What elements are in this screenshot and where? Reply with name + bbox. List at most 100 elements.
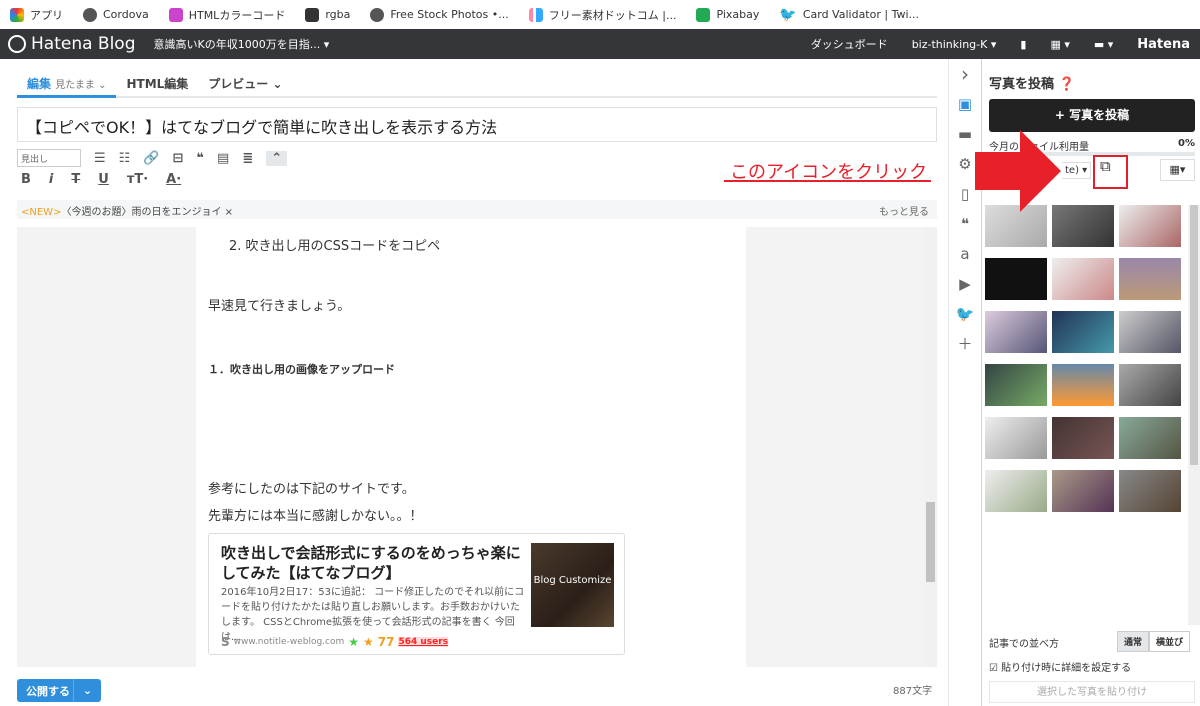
bookmark[interactable]: HTMLカラーコード [168, 7, 286, 23]
bookmark[interactable]: Pixabay [696, 7, 760, 22]
photo-thumbnail[interactable] [985, 258, 1047, 300]
upload-photo-button[interactable]: + 写真を投稿 [989, 99, 1195, 132]
bookmark[interactable]: 🐦 Card Validator | Twi... [779, 7, 919, 23]
heading-select[interactable]: 見出し [17, 149, 81, 167]
more-break-icon[interactable]: ⊟ [173, 151, 184, 166]
dashboard-link[interactable]: ダッシュボード [811, 36, 888, 52]
blog-selector[interactable]: 意識高いKの年収1000万を目指... ▾ [154, 36, 330, 52]
photo-thumbnail[interactable] [985, 311, 1047, 353]
photo-thumbnail[interactable] [1119, 417, 1181, 459]
photo-thumbnail[interactable] [1119, 258, 1181, 300]
checkbox-label: 貼り付け時に詳細を設定する [1001, 663, 1132, 674]
more-link[interactable]: もっと見る [879, 203, 929, 218]
user-menu[interactable]: biz-thinking-K ▾ [912, 38, 997, 51]
notification-icon[interactable]: ▬ ▾ [1094, 38, 1113, 51]
photo-icon[interactable]: ▣ [949, 89, 981, 119]
color-icon [168, 7, 183, 22]
editor-content[interactable]: 2. 吹き出し用のCSSコードをコピペ 早速見て行きましょう。 １．吹き出し用の… [196, 227, 746, 667]
tab-edit[interactable]: 編集 見たまま ⌄ [17, 70, 117, 98]
star-count: 77 [377, 635, 395, 649]
italic-icon[interactable]: i [49, 172, 53, 187]
photo-thumbnail[interactable] [985, 417, 1047, 459]
sort-normal-button[interactable]: 通常 [1117, 631, 1150, 652]
numbered-list-icon[interactable]: ☷ [119, 151, 131, 166]
help-icon[interactable]: ❓ [1059, 77, 1075, 92]
bookmark-icon[interactable]: ▮ [1020, 38, 1026, 51]
strikethrough-icon[interactable]: T [71, 172, 80, 187]
hatena-blog-logo[interactable]: Hatena Blog [8, 34, 136, 54]
title-input[interactable]: 【コピペでOK！】はてなブログで簡単に吹き出しを表示する方法 [17, 107, 937, 142]
detail-checkbox[interactable]: ☑ [989, 663, 998, 674]
photo-thumbnail[interactable] [985, 470, 1047, 512]
photo-thumbnail[interactable] [1052, 364, 1114, 406]
bold-icon[interactable]: B [21, 172, 31, 187]
bookmark-label: Card Validator | Twi... [802, 8, 920, 21]
top-header: Hatena Blog 意識高いKの年収1000万を目指... ▾ ダッシュボー… [0, 29, 1200, 59]
tab-html[interactable]: HTML編集 [116, 70, 198, 98]
red-arrow-annotation [975, 130, 1061, 212]
topic-link[interactable]: 〈今週のお題〉雨の日をエンジョイ × [61, 207, 233, 218]
photo-thumbnail[interactable] [1052, 417, 1114, 459]
photo-thumbnail[interactable] [1052, 258, 1114, 300]
photo-grid [985, 205, 1185, 512]
bookmark-users[interactable]: 564 users [398, 637, 449, 647]
photo-grid-scrollbar[interactable] [1188, 205, 1200, 625]
highlight-box [1093, 155, 1128, 189]
paste-photo-button[interactable]: 選択した写真を貼り付け [989, 681, 1195, 703]
link-icon[interactable]: 🔗 [143, 151, 159, 166]
grid-view-button[interactable]: ▦▾ [1160, 159, 1195, 181]
card-thumbnail: Blog Customize [531, 543, 614, 627]
bookmark-label: HTMLカラーコード [188, 8, 286, 22]
char-count: 887文字 [893, 686, 933, 697]
underline-icon[interactable]: U [98, 172, 109, 187]
photo-thumbnail[interactable] [985, 364, 1047, 406]
card-site: www.notitle-weblog.com [233, 637, 345, 647]
quote-icon[interactable]: ❝ [949, 209, 981, 239]
bookmark-label: Free Stock Photos •... [390, 8, 509, 21]
source-select[interactable]: te) ▾ [1062, 162, 1092, 179]
hatena-link[interactable]: Hatena [1137, 37, 1190, 52]
bookmark[interactable]: Free Stock Photos •... [370, 7, 509, 22]
tab-preview[interactable]: プレビュー ⌄ [198, 70, 292, 98]
publish-button[interactable]: 公開する ⌄ [17, 679, 101, 702]
photo-thumbnail[interactable] [1052, 470, 1114, 512]
photo-thumbnail[interactable] [1119, 470, 1181, 512]
amazon-icon[interactable]: a [949, 239, 981, 269]
paragraph: 先輩方には本当に感謝しかない。。！ [208, 509, 423, 524]
grid-menu-icon[interactable]: ▦ ▾ [1050, 38, 1069, 51]
editor-area[interactable]: 2. 吹き出し用のCSSコードをコピペ 早速見て行きましょう。 １．吹き出し用の… [17, 227, 937, 667]
tab-label: 編集 [27, 77, 52, 91]
bullet-list-icon[interactable]: ☰ [94, 151, 106, 166]
blog-card[interactable]: 吹き出しで会話形式にするのをめっちゃ楽にしてみた【はてなブログ】 2016年10… [208, 533, 625, 655]
table-icon[interactable]: ▤ [217, 151, 229, 166]
annotation-underline [724, 180, 931, 182]
photo-thumbnail[interactable] [1119, 364, 1181, 406]
toc-icon[interactable]: ≣ [242, 151, 253, 166]
bookmark[interactable]: フリー素材ドットコム |... [528, 7, 677, 23]
collapse-toolbar-icon[interactable]: ⌃ [266, 150, 288, 166]
chevron-down-icon[interactable]: ⌄ [73, 679, 101, 702]
youtube-icon[interactable]: ▶ [949, 269, 981, 299]
bookmark[interactable]: Cordova [83, 7, 149, 22]
plus-icon[interactable]: ＋ [949, 329, 981, 359]
bookmark-label: Pixabay [716, 8, 760, 21]
font-size-icon[interactable]: тT· [127, 172, 148, 187]
photo-thumbnail[interactable] [1119, 311, 1181, 353]
site-favicon: S [221, 635, 230, 649]
star-icon: ★ [348, 635, 360, 649]
sort-side-button[interactable]: 横並び [1149, 631, 1191, 652]
collapse-chevron-icon[interactable]: › [949, 59, 981, 89]
bookmark-label: フリー素材ドットコム |... [548, 8, 677, 22]
paragraph: 参考にしたのは下記のサイトです。 [208, 482, 415, 497]
quote-icon[interactable]: ❝ [196, 151, 204, 166]
editor-scrollbar[interactable] [924, 227, 937, 667]
photo-thumbnail[interactable] [1119, 205, 1181, 247]
photo-thumbnail[interactable] [1052, 311, 1114, 353]
bookmark[interactable]: rgba [305, 7, 350, 22]
bookmark[interactable]: アプリ [10, 7, 63, 23]
new-badge: <NEW> [21, 207, 62, 218]
arrow-shape [975, 130, 1061, 212]
twitter-icon[interactable]: 🐦 [949, 299, 981, 329]
apps-icon [10, 7, 24, 22]
text-color-icon[interactable]: A· [166, 172, 181, 187]
